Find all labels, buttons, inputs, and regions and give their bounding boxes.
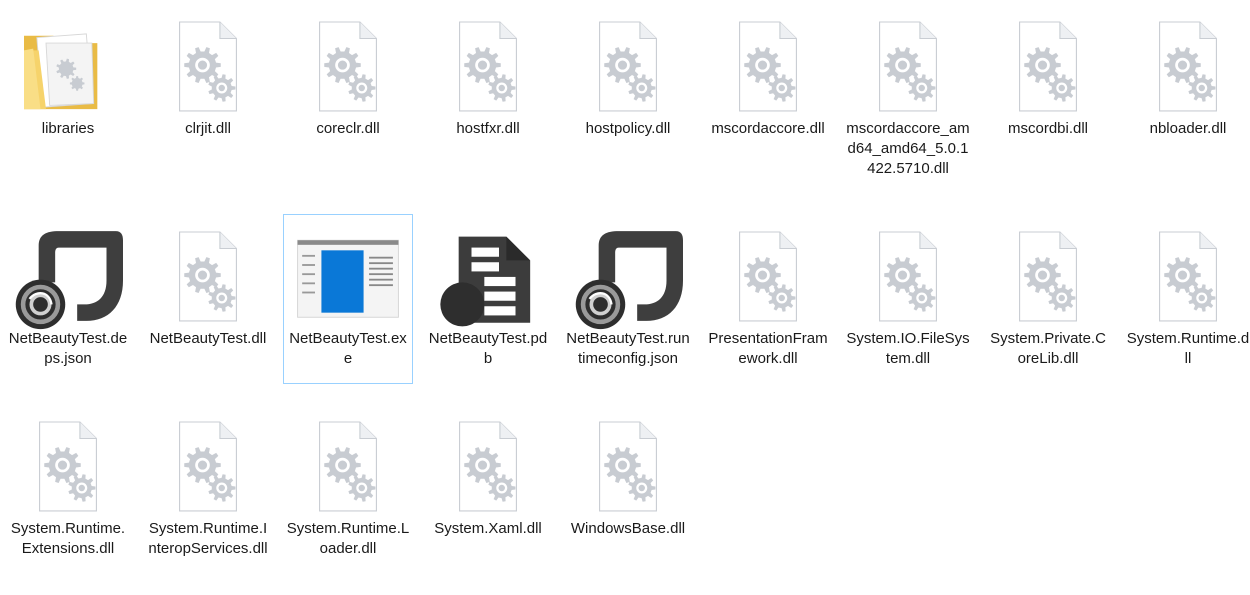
file-name-label: hostpolicy.dll — [585, 120, 671, 137]
file-name-label: System.Xaml.dll — [434, 520, 542, 537]
dll-file-icon — [153, 411, 263, 521]
file-item[interactable]: WindowsBase.dll — [563, 404, 693, 574]
file-item[interactable]: System.Xaml.dll — [423, 404, 553, 574]
file-name-label: System.Runtime.Loader.dll — [286, 520, 410, 557]
file-item[interactable]: System.Runtime.dll — [1123, 214, 1250, 384]
dll-file-icon — [1133, 11, 1243, 121]
file-item[interactable]: NetBeautyTest.exe — [283, 214, 413, 384]
file-item[interactable]: NetBeautyTest.dll — [143, 214, 273, 384]
file-item[interactable]: NetBeautyTest.deps.json — [3, 214, 133, 384]
dll-file-icon — [573, 11, 683, 121]
dll-file-icon — [13, 411, 123, 521]
file-item[interactable]: hostfxr.dll — [423, 4, 553, 174]
dll-file-icon — [433, 11, 543, 121]
dll-file-icon — [993, 221, 1103, 331]
file-name-label: clrjit.dll — [185, 120, 231, 137]
dll-file-icon — [433, 411, 543, 521]
file-name-label: WindowsBase.dll — [570, 520, 686, 537]
file-name-label: NetBeautyTest.dll — [149, 330, 267, 347]
file-name-label: NetBeautyTest.pdb — [428, 330, 548, 367]
json-file-icon — [573, 221, 683, 331]
file-name-label: libraries — [41, 120, 95, 137]
dll-file-icon — [713, 11, 823, 121]
file-grid: libraries clrjit.dll coreclr.dll hostfxr.dl… — [0, 0, 1250, 595]
pdb-file-icon — [433, 221, 543, 331]
file-name-label: PresentationFramework.dll — [708, 330, 828, 367]
dll-file-icon — [293, 11, 403, 121]
file-name-label: System.Runtime.Extensions.dll — [10, 520, 126, 557]
file-name-label: nbloader.dll — [1149, 120, 1227, 137]
file-item[interactable]: mscordbi.dll — [983, 4, 1113, 174]
file-name-label: NetBeautyTest.runtimeconfig.json — [566, 330, 690, 367]
folder-icon — [13, 11, 123, 121]
file-item[interactable]: PresentationFramework.dll — [703, 214, 833, 384]
file-name-label: hostfxr.dll — [456, 120, 520, 137]
file-item[interactable]: mscordaccore.dll — [703, 4, 833, 174]
json-file-icon — [13, 221, 123, 331]
file-item[interactable]: System.IO.FileSystem.dll — [843, 214, 973, 384]
dll-file-icon — [293, 411, 403, 521]
exe-file-icon — [293, 221, 403, 331]
file-name-label: NetBeautyTest.deps.json — [8, 330, 128, 367]
file-name-label: System.IO.FileSystem.dll — [846, 330, 970, 367]
file-item[interactable]: clrjit.dll — [143, 4, 273, 174]
dll-file-icon — [853, 221, 963, 331]
file-item[interactable]: NetBeautyTest.runtimeconfig.json — [563, 214, 693, 384]
dll-file-icon — [853, 11, 963, 121]
file-item[interactable]: coreclr.dll — [283, 4, 413, 174]
file-item[interactable]: System.Runtime.Extensions.dll — [3, 404, 133, 574]
dll-file-icon — [1133, 221, 1243, 331]
file-name-label: System.Private.CoreLib.dll — [990, 330, 1106, 367]
dll-file-icon — [993, 11, 1103, 121]
file-name-label: coreclr.dll — [316, 120, 380, 137]
file-name-label: NetBeautyTest.exe — [289, 330, 407, 367]
file-name-label: mscordaccore.dll — [711, 120, 825, 137]
file-item[interactable]: NetBeautyTest.pdb — [423, 214, 553, 384]
dll-file-icon — [573, 411, 683, 521]
file-name-label: mscordaccore_amd64_amd64_5.0.1422.5710.d… — [846, 120, 970, 177]
dll-file-icon — [153, 221, 263, 331]
dll-file-icon — [713, 221, 823, 331]
file-item[interactable]: mscordaccore_amd64_amd64_5.0.1422.5710.d… — [843, 4, 973, 177]
dll-file-icon — [153, 11, 263, 121]
file-item[interactable]: libraries — [3, 4, 133, 174]
file-name-label: mscordbi.dll — [1007, 120, 1089, 137]
file-item[interactable]: System.Runtime.InteropServices.dll — [143, 404, 273, 574]
file-item[interactable]: nbloader.dll — [1123, 4, 1250, 174]
file-item[interactable]: System.Private.CoreLib.dll — [983, 214, 1113, 384]
file-name-label: System.Runtime.dll — [1126, 330, 1250, 367]
file-name-label: System.Runtime.InteropServices.dll — [148, 520, 268, 557]
file-item[interactable]: System.Runtime.Loader.dll — [283, 404, 413, 574]
file-item[interactable]: hostpolicy.dll — [563, 4, 693, 174]
